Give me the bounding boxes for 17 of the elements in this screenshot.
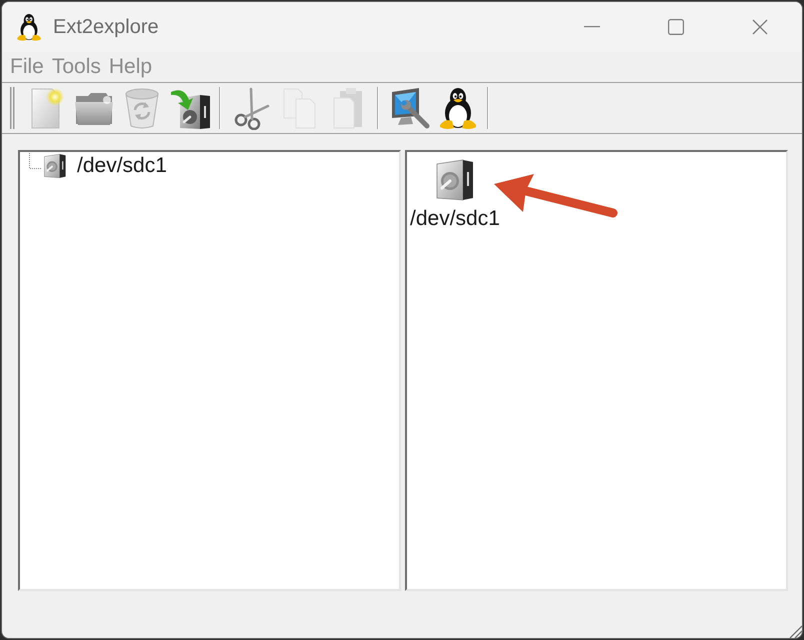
drive-icon [434,158,475,202]
penguin-icon [438,86,478,130]
tree-connector [29,153,41,169]
drive-item[interactable]: /dev/sdc1 [410,158,500,230]
window-title: Ext2explore [53,15,159,40]
menu-item[interactable]: Help [104,53,156,81]
minimize-icon [584,26,600,28]
menu-item[interactable]: File [6,53,48,81]
scissors-icon [234,86,270,130]
drive-icon [43,153,67,179]
close-icon [752,19,768,35]
menu-item[interactable]: Tools [48,53,105,81]
tree-item[interactable]: /dev/sdc1 [43,153,167,179]
maximize-icon [668,19,684,35]
app-penguin-icon [16,12,42,42]
toolbar-grip-icon [10,87,15,129]
monitor-wrench-icon [389,86,431,130]
